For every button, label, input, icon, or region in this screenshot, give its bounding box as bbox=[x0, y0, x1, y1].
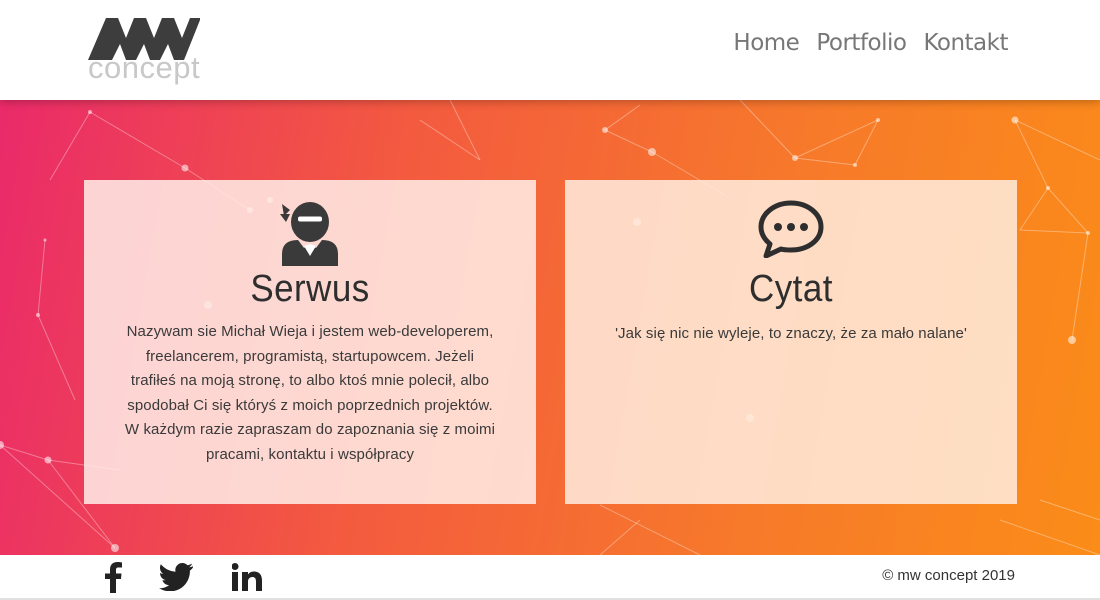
card-serwus: Serwus Nazywam sie Michał Wieja i jestem… bbox=[84, 180, 536, 504]
main-nav: Home Portfolio Kontakt bbox=[733, 30, 1008, 56]
copyright-text: © mw concept 2019 bbox=[882, 567, 1015, 584]
linkedin-link[interactable] bbox=[230, 561, 264, 593]
logo-text: concept bbox=[88, 50, 201, 85]
speech-bubble-icon bbox=[758, 200, 824, 258]
site-footer: © mw concept 2019 bbox=[0, 555, 1100, 600]
nav-portfolio[interactable]: Portfolio bbox=[816, 30, 907, 56]
card-text: 'Jak się nic nie wyleje, to znaczy, że z… bbox=[615, 325, 967, 342]
twitter-link[interactable] bbox=[158, 561, 194, 593]
facebook-link[interactable] bbox=[100, 561, 126, 593]
facebook-icon bbox=[105, 562, 122, 593]
nav-kontakt[interactable]: Kontakt bbox=[923, 30, 1008, 56]
card-title: Cytat bbox=[749, 268, 833, 310]
twitter-icon bbox=[159, 563, 193, 591]
ninja-icon bbox=[280, 202, 338, 266]
hero-section: Serwus Nazywam sie Michał Wieja i jestem… bbox=[0, 100, 1100, 555]
card-cytat: Cytat 'Jak się nic nie wyleje, to znaczy… bbox=[565, 180, 1017, 504]
logo[interactable]: concept bbox=[86, 16, 204, 84]
card-text: Nazywam sie Michał Wieja i jestem web-de… bbox=[124, 323, 496, 463]
linkedin-icon bbox=[232, 563, 262, 591]
site-header: concept Home Portfolio Kontakt bbox=[0, 0, 1100, 100]
nav-home[interactable]: Home bbox=[733, 30, 799, 56]
card-title: Serwus bbox=[250, 268, 370, 310]
